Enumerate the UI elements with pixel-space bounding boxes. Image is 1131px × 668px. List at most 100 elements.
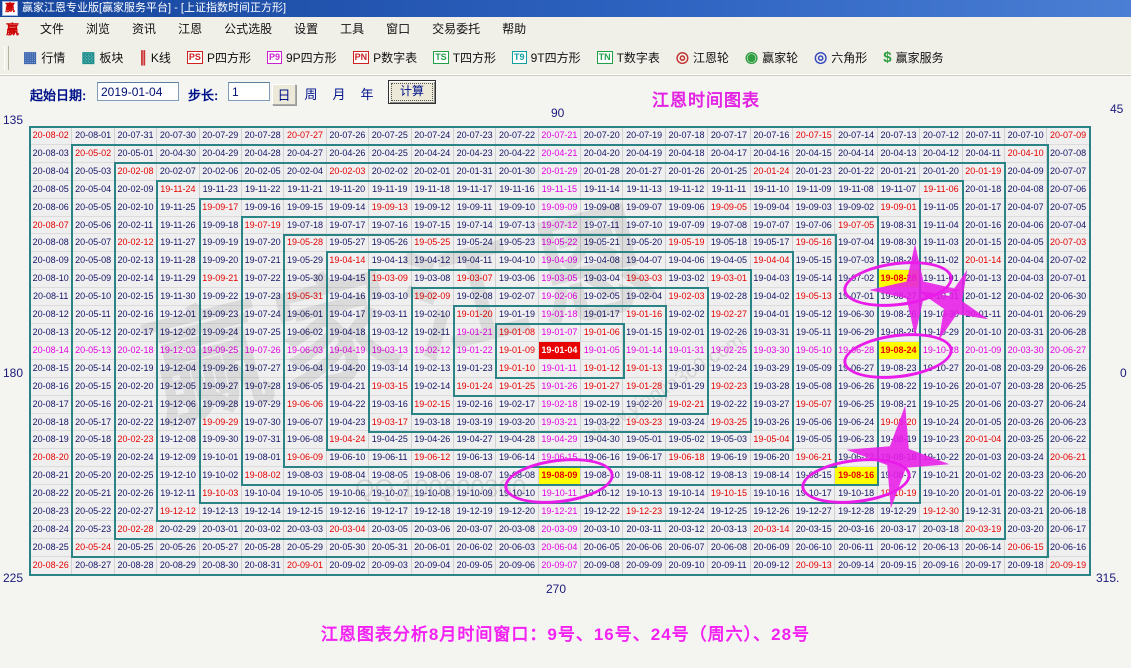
grid-cell: 19-06-18 — [666, 449, 708, 467]
grid-cell: 20-05-09 — [72, 270, 114, 288]
grid-cell: 19-07-07 — [751, 217, 793, 235]
grid-cell: 20-01-31 — [454, 163, 496, 181]
menu-item-资讯[interactable]: 资讯 — [121, 20, 167, 37]
menu-item-工具[interactable]: 工具 — [329, 20, 375, 37]
grid-cell: 20-03-04 — [327, 521, 369, 539]
grid-cell: 19-09-13 — [369, 199, 411, 217]
grid-cell: 20-07-07 — [1047, 163, 1089, 181]
grid-cell: 20-06-06 — [623, 539, 665, 557]
grid-cell: 19-10-01 — [200, 449, 242, 467]
grid-cell: 19-11-12 — [666, 181, 708, 199]
grid-cell: 20-01-04 — [963, 431, 1005, 449]
badge-9t-icon: T9 — [512, 51, 527, 64]
menu-item-浏览[interactable]: 浏览 — [75, 20, 121, 37]
grid-cell: 20-08-17 — [30, 396, 72, 414]
start-date-input[interactable] — [97, 82, 179, 101]
toolbar-button-9T四方形[interactable]: T99T四方形 — [504, 45, 589, 70]
menu-item-文件[interactable]: 文件 — [29, 20, 75, 37]
grid-cell: 19-11-29 — [157, 270, 199, 288]
grid-cell: 19-04-30 — [581, 431, 623, 449]
grid-cell: 20-07-08 — [1047, 145, 1089, 163]
menu-item-江恩[interactable]: 江恩 — [167, 20, 213, 37]
grid-cell: 20-09-13 — [793, 557, 835, 575]
grid-cell: 19-11-06 — [920, 181, 962, 199]
grid-cell: 19-08-30 — [878, 234, 920, 252]
grid-cell: 20-08-09 — [30, 252, 72, 270]
angle-label-90: 90 — [551, 106, 564, 120]
badge-pn-icon: PN — [353, 51, 370, 64]
grid-cell: 19-04-07 — [623, 252, 665, 270]
grid-cell: 20-03-29 — [1005, 360, 1047, 378]
grid-cell: 20-09-01 — [284, 557, 326, 575]
step-input[interactable] — [228, 82, 270, 101]
analysis-caption: 江恩图表分析8月时间窗口：9号、16号、24号（周六）、28号 — [0, 620, 1131, 645]
grid-cell: 19-06-21 — [793, 449, 835, 467]
grid-cell: 19-11-20 — [327, 181, 369, 199]
menu-item-公式选股[interactable]: 公式选股 — [213, 20, 283, 37]
toolbar-button-江恩轮[interactable]: ◎江恩轮 — [668, 45, 737, 70]
toolbar-button-赢家服务[interactable]: $赢家服务 — [875, 45, 951, 70]
grid-cell: 19-06-20 — [751, 449, 793, 467]
grid-cell: 19-08-18 — [878, 449, 920, 467]
grid-cell: 20-01-22 — [835, 163, 877, 181]
toolbar-button-9P四方形[interactable]: P99P四方形 — [259, 45, 345, 70]
grid-cell: 19-01-25 — [496, 378, 538, 396]
grid-cell: 20-08-06 — [30, 199, 72, 217]
grid-cell: 19-06-25 — [835, 396, 877, 414]
grid-cell: 19-02-24 — [708, 360, 750, 378]
grid-cell: 19-09-01 — [878, 199, 920, 217]
toolbar-button-K线[interactable]: ∥K线 — [131, 45, 179, 70]
grid-cell: 20-04-28 — [242, 145, 284, 163]
grid-cell: 20-04-17 — [708, 145, 750, 163]
grid-cell: 19-04-17 — [327, 306, 369, 324]
grid-cell: 19-02-21 — [666, 396, 708, 414]
grid-cell: 20-06-16 — [1047, 539, 1089, 557]
grid-cell: 20-01-12 — [963, 288, 1005, 306]
period-option-月[interactable]: 月 — [328, 84, 350, 103]
grid-cell: 19-02-05 — [581, 288, 623, 306]
toolbar-button-行情[interactable]: ▦行情 — [15, 45, 73, 70]
period-option-日[interactable]: 日 — [272, 84, 296, 105]
grid-cell: 19-05-03 — [708, 431, 750, 449]
grid-cell: 19-04-15 — [327, 270, 369, 288]
toolbar-button-板块[interactable]: ▩板块 — [73, 45, 131, 70]
grid-cell: 19-03-25 — [708, 414, 750, 432]
badge-tn-icon: TN — [597, 51, 613, 64]
grid-cell: 19-01-07 — [539, 324, 581, 342]
grid-cell: 19-05-16 — [793, 234, 835, 252]
menu-item-窗口[interactable]: 窗口 — [375, 20, 421, 37]
toolbar-button-P数字表[interactable]: PNP数字表 — [345, 45, 426, 70]
toolbar-button-赢家轮[interactable]: ◉赢家轮 — [737, 45, 806, 70]
grid-cell: 19-09-02 — [835, 199, 877, 217]
calculate-button[interactable]: 计算 — [388, 80, 436, 104]
menu-item-设置[interactable]: 设置 — [283, 20, 329, 37]
grid-cell: 20-04-03 — [1005, 270, 1047, 288]
grid-cell: 20-06-24 — [1047, 396, 1089, 414]
grid-cell: 19-11-28 — [157, 252, 199, 270]
menu-item-帮助[interactable]: 帮助 — [491, 20, 537, 37]
toolbar-button-P四方形[interactable]: PSP四方形 — [179, 45, 259, 70]
grid-cell: 20-08-28 — [115, 557, 157, 575]
grid-cell: 19-09-17 — [200, 199, 242, 217]
grid-cell: 19-09-26 — [200, 360, 242, 378]
period-option-年[interactable]: 年 — [356, 84, 378, 103]
grid-cell: 19-05-21 — [581, 234, 623, 252]
grid-cell: 19-05-27 — [327, 234, 369, 252]
grid-cell: 19-09-29 — [200, 414, 242, 432]
menu-item-交易委托[interactable]: 交易委托 — [421, 20, 491, 37]
period-option-周[interactable]: 周 — [300, 84, 322, 103]
grid-cell: 20-03-13 — [708, 521, 750, 539]
grid-cell: 20-09-03 — [369, 557, 411, 575]
grid-cell: 19-07-06 — [793, 217, 835, 235]
grid-cell: 19-08-10 — [581, 467, 623, 485]
grid-cell: 20-05-19 — [72, 449, 114, 467]
grid-cell: 20-04-07 — [1005, 199, 1047, 217]
grid-cell: 20-08-14 — [30, 342, 72, 360]
toolbar-button-T数字表[interactable]: TNT数字表 — [589, 45, 668, 70]
grid-cell: 20-03-20 — [1005, 521, 1047, 539]
toolbar-button-T四方形[interactable]: TST四方形 — [425, 45, 504, 70]
grid-cell: 19-03-21 — [539, 414, 581, 432]
grid-cell: 19-01-22 — [454, 342, 496, 360]
grid-cell: 19-01-11 — [539, 360, 581, 378]
toolbar-button-六角形[interactable]: ◎六角形 — [806, 45, 875, 70]
